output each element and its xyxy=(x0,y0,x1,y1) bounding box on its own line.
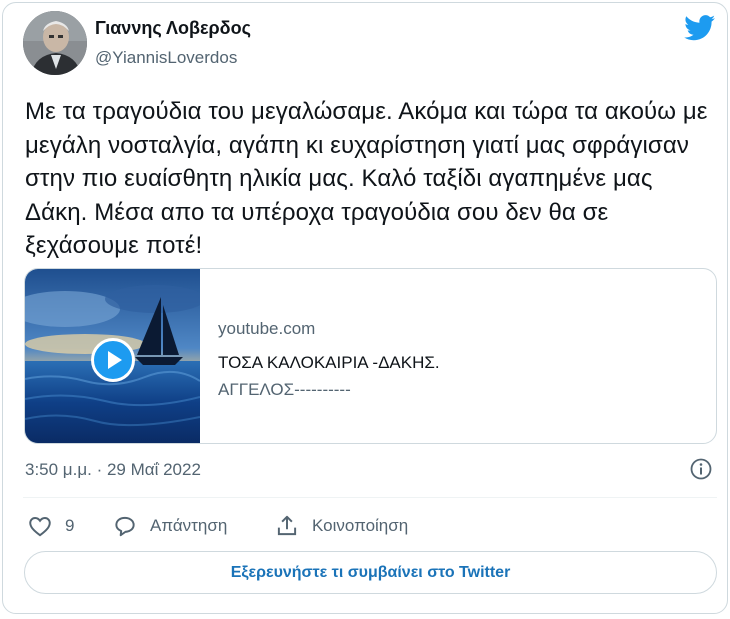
info-icon[interactable] xyxy=(689,457,713,481)
twitter-bird-icon[interactable] xyxy=(684,15,716,41)
sailboat-sunset-thumbnail[interactable] xyxy=(25,269,200,443)
link-description: ΑΓΓΕΛΟΣ---------- xyxy=(218,380,351,399)
author-name[interactable]: Γιαννης Λοβερδος xyxy=(95,18,251,39)
reply-label: Απάντηση xyxy=(150,516,228,535)
tweet-text: Με τα τραγούδια του μεγαλώσαμε. Ακόμα κα… xyxy=(25,98,708,259)
link-preview-card[interactable]: youtube.com ΤΟΣΑ ΚΑΛΟΚΑΙΡΙΑ -ΔΑΚΗΣ. ΑΓΓΕ… xyxy=(24,268,717,444)
like-button[interactable]: 9 xyxy=(27,512,74,540)
like-count: 9 xyxy=(65,516,75,535)
play-icon[interactable] xyxy=(91,338,135,382)
reply-button[interactable]: Απάντηση xyxy=(112,512,227,540)
heart-icon xyxy=(29,517,51,537)
link-title: ΤΟΣΑ ΚΑΛΟΚΑΙΡΙΑ -ΔΑΚΗΣ. xyxy=(218,353,440,372)
divider xyxy=(23,497,717,498)
reply-bubble-icon xyxy=(115,516,135,537)
share-upload-icon xyxy=(277,515,297,536)
author-handle[interactable]: @YiannisLoverdos xyxy=(95,48,237,68)
explore-twitter-button[interactable]: Εξερευνήστε τι συμβαίνει στο Twitter xyxy=(24,551,717,594)
tweet-card: Γιαννης Λοβερδος @YiannisLoverdos Με τα … xyxy=(2,2,728,614)
share-label: Κοινοποίηση xyxy=(312,516,409,535)
share-button[interactable]: Κοινοποίηση xyxy=(274,512,408,540)
link-domain: youtube.com xyxy=(218,319,316,338)
tweet-timestamp[interactable]: 3:50 μ.μ. · 29 Μαΐ 2022 xyxy=(25,460,201,480)
avatar-photo xyxy=(23,11,87,75)
avatar[interactable] xyxy=(23,11,87,75)
